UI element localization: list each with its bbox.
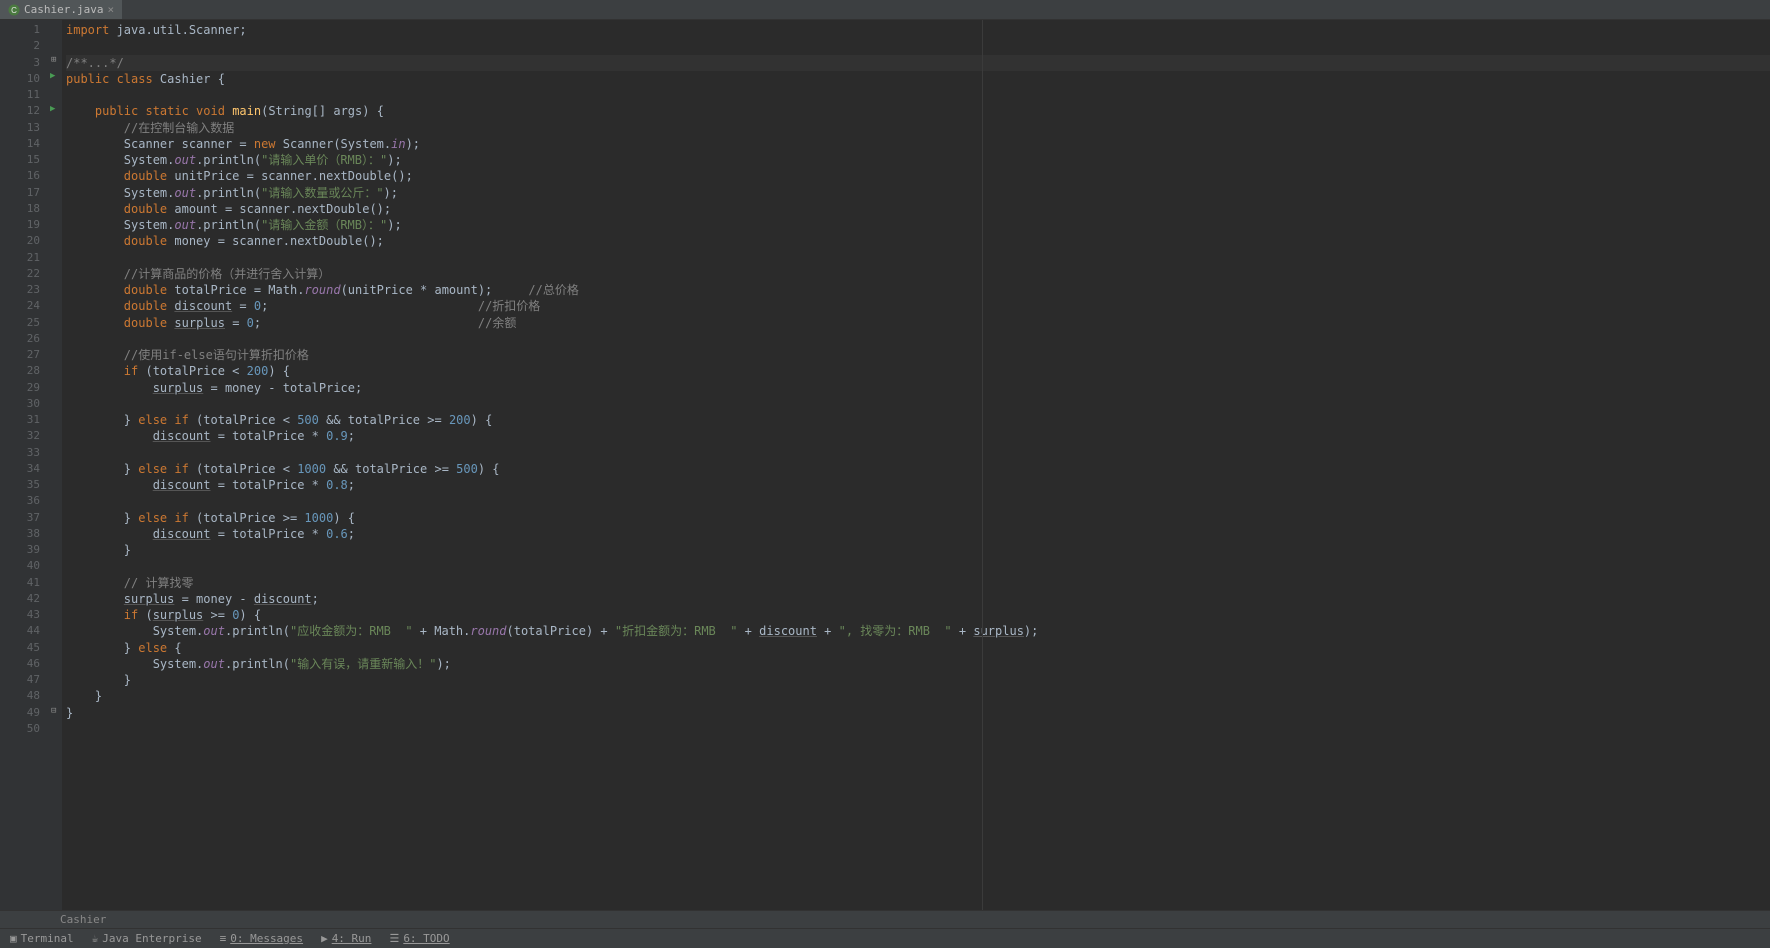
line-number: 36: [0, 493, 48, 509]
line-number: 15: [0, 152, 48, 168]
java-class-icon: C: [8, 4, 20, 16]
code-text: java.util.Scanner;: [109, 23, 246, 37]
line-number: 40: [0, 558, 48, 574]
tab-bar: C Cashier.java ×: [0, 0, 1770, 20]
class-name: Cashier: [160, 72, 211, 86]
code-text: (String[] args) {: [261, 104, 384, 118]
comment-folded[interactable]: /**...*/: [66, 56, 124, 70]
line-number: 22: [0, 266, 48, 282]
todo-tool[interactable]: ☰6: TODO: [389, 932, 449, 945]
javaee-tool[interactable]: ☕Java Enterprise: [92, 932, 202, 945]
messages-tool[interactable]: ≡0: Messages: [220, 932, 303, 945]
line-number: 27: [0, 347, 48, 363]
tab-filename: Cashier.java: [24, 3, 103, 16]
line-number: 33: [0, 445, 48, 461]
line-number: 17: [0, 185, 48, 201]
code-area[interactable]: import java.util.Scanner; /**...*/ publi…: [62, 20, 1770, 910]
breadcrumb[interactable]: Cashier: [0, 910, 1770, 928]
line-number: 49: [0, 705, 48, 721]
line-number: 35: [0, 477, 48, 493]
line-number: 37: [0, 510, 48, 526]
run-method-icon[interactable]: ▶: [50, 104, 55, 114]
line-number: 50: [0, 721, 48, 737]
line-number: 23: [0, 282, 48, 298]
messages-icon: ≡: [220, 932, 227, 945]
terminal-tool[interactable]: ▣Terminal: [10, 932, 74, 945]
bottom-tool-bar: ▣Terminal ☕Java Enterprise ≡0: Messages …: [0, 928, 1770, 948]
line-number: 32: [0, 428, 48, 444]
run-tool[interactable]: ▶4: Run: [321, 932, 371, 945]
line-number: 11: [0, 87, 48, 103]
comment: //在控制台输入数据: [66, 121, 234, 135]
run-class-icon[interactable]: ▶: [50, 71, 55, 81]
line-number: 41: [0, 575, 48, 591]
comment: //计算商品的价格（并进行舍入计算）: [66, 267, 330, 281]
line-number: 1: [0, 22, 48, 38]
line-number: 31: [0, 412, 48, 428]
breadcrumb-item[interactable]: Cashier: [60, 913, 106, 926]
terminal-icon: ▣: [10, 932, 17, 945]
file-tab[interactable]: C Cashier.java ×: [0, 0, 122, 19]
keyword: import: [66, 23, 109, 37]
comment: // 计算找零: [66, 576, 193, 590]
method-name: main: [232, 104, 261, 118]
line-number: 14: [0, 136, 48, 152]
javaee-icon: ☕: [92, 932, 99, 945]
line-number: 3: [0, 55, 48, 71]
string: "请输入单价（RMB）：": [261, 153, 387, 167]
line-number: 46: [0, 656, 48, 672]
line-number: 28: [0, 363, 48, 379]
keyword: new: [254, 137, 276, 151]
line-number: 39: [0, 542, 48, 558]
close-icon[interactable]: ×: [107, 3, 114, 16]
line-number: 20: [0, 233, 48, 249]
line-number: 13: [0, 120, 48, 136]
svg-text:C: C: [11, 6, 17, 15]
code-text: {: [211, 72, 225, 86]
line-number: 25: [0, 315, 48, 331]
line-number: 42: [0, 591, 48, 607]
line-number: 47: [0, 672, 48, 688]
line-number: 29: [0, 380, 48, 396]
line-number-gutter: 1231011121314151617181920212223242526272…: [0, 20, 48, 910]
fold-end-icon[interactable]: ⊟: [51, 706, 56, 716]
todo-icon: ☰: [389, 932, 399, 945]
line-number: 21: [0, 250, 48, 266]
line-number: 12: [0, 103, 48, 119]
line-number: 10: [0, 71, 48, 87]
line-number: 34: [0, 461, 48, 477]
line-number: 16: [0, 168, 48, 184]
editor[interactable]: 1231011121314151617181920212223242526272…: [0, 20, 1770, 910]
keyword: public static void: [95, 104, 232, 118]
line-number: 24: [0, 298, 48, 314]
fold-icon[interactable]: ⊞: [51, 55, 56, 65]
line-number: 48: [0, 688, 48, 704]
line-number: 19: [0, 217, 48, 233]
right-margin-line: [982, 20, 983, 910]
line-number: 30: [0, 396, 48, 412]
static-field: in: [391, 137, 405, 151]
comment: //使用if-else语句计算折扣价格: [66, 348, 309, 362]
line-number: 38: [0, 526, 48, 542]
marker-gutter: ▶ ⊞ ▶ ⊟: [48, 20, 62, 910]
line-number: 18: [0, 201, 48, 217]
line-number: 45: [0, 640, 48, 656]
line-number: 44: [0, 623, 48, 639]
line-number: 2: [0, 38, 48, 54]
run-icon: ▶: [321, 932, 328, 945]
line-number: 43: [0, 607, 48, 623]
keyword: public class: [66, 72, 160, 86]
line-number: 26: [0, 331, 48, 347]
